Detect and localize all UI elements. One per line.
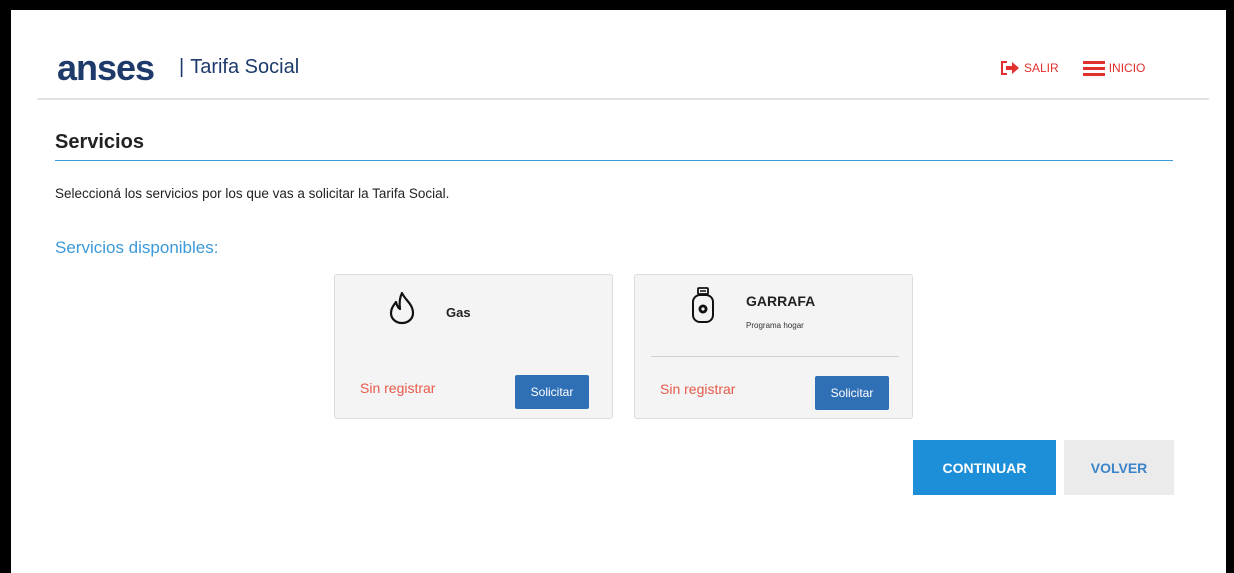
intro-text: Seleccioná los servicios por los que vas… — [55, 186, 450, 201]
back-button[interactable]: VOLVER — [1064, 440, 1174, 495]
window-frame-left — [0, 0, 11, 573]
app-title: | Tarifa Social — [179, 55, 299, 79]
window-frame-right — [1226, 0, 1234, 573]
continue-button[interactable]: CONTINUAR — [913, 440, 1056, 495]
service-card-gas: Gas Sin registrar Solicitar — [334, 274, 613, 419]
service-status: Sin registrar — [660, 381, 736, 397]
inicio-link[interactable]: INICIO — [1082, 60, 1146, 76]
solicitar-gas-button[interactable]: Solicitar — [515, 375, 589, 409]
page-title: Servicios — [55, 131, 144, 153]
menu-icon — [1082, 61, 1105, 76]
anses-logo[interactable]: anses — [57, 50, 155, 86]
service-subtitle: Programa hogar — [746, 321, 804, 330]
header-actions: SALIR INICIO — [1000, 58, 1145, 78]
app-title-text: Tarifa Social — [190, 56, 300, 78]
service-card-garrafa: GARRAFA Programa hogar Sin registrar Sol… — [634, 274, 913, 419]
window-frame-top — [0, 0, 1234, 10]
header-divider — [37, 98, 1209, 100]
solicitar-garrafa-button[interactable]: Solicitar — [815, 376, 889, 410]
title-underline — [55, 160, 1173, 161]
card-divider — [651, 356, 899, 357]
service-name: GARRAFA — [746, 293, 816, 309]
service-status: Sin registrar — [360, 380, 436, 396]
service-name: Gas — [446, 305, 471, 320]
salir-label: SALIR — [1024, 61, 1059, 75]
title-separator: | — [179, 56, 185, 78]
available-services-heading: Servicios disponibles: — [55, 238, 219, 257]
gas-cylinder-icon — [692, 287, 714, 323]
logout-icon — [1001, 61, 1019, 75]
flame-icon — [389, 291, 415, 325]
salir-link[interactable]: SALIR — [1000, 60, 1059, 76]
inicio-label: INICIO — [1108, 61, 1146, 75]
